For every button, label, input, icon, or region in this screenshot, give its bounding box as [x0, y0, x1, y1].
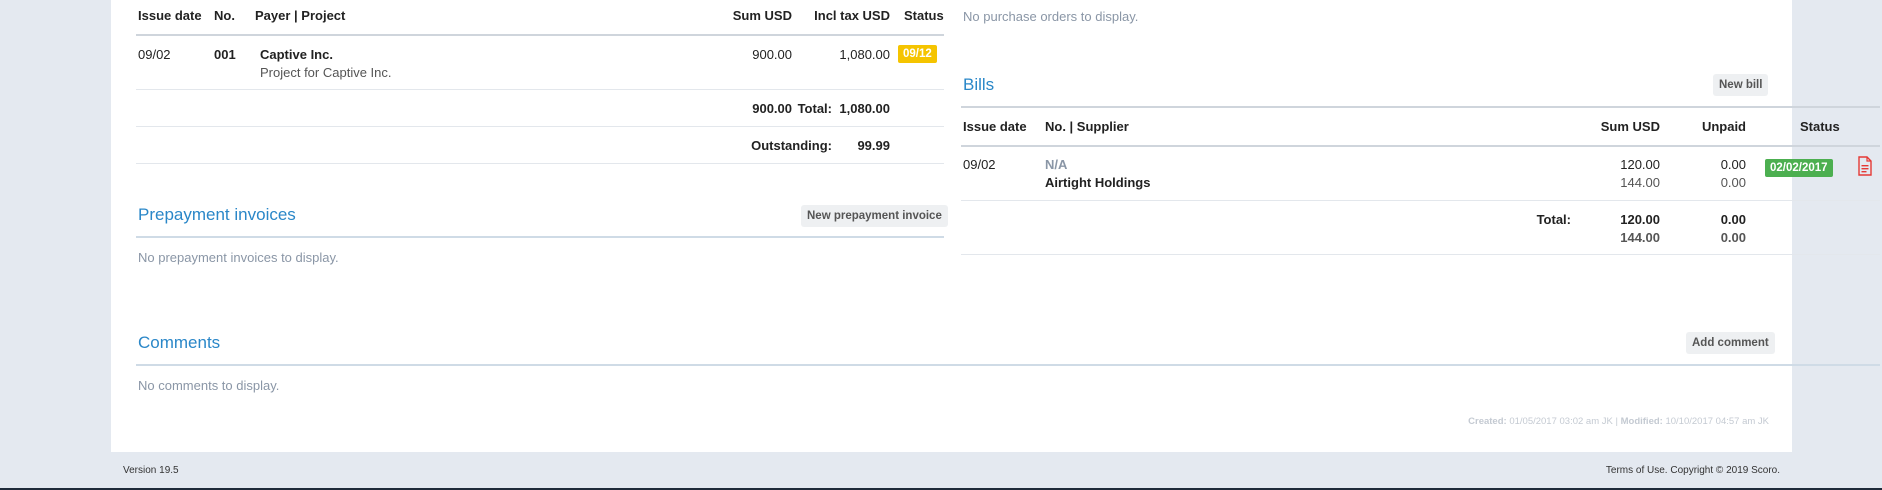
status-badge[interactable]: 09/12: [898, 45, 937, 63]
invoice-number[interactable]: 001: [214, 47, 236, 62]
version-text: Version 19.5: [123, 465, 179, 476]
new-prepayment-invoice-button[interactable]: New prepayment invoice: [801, 205, 948, 227]
comments-empty: No comments to display.: [138, 378, 280, 393]
modified-value: 10/10/2017 04:57 am JK: [1665, 416, 1769, 427]
col-status: Status: [1800, 119, 1840, 134]
status-badge[interactable]: 02/02/2017: [1765, 159, 1833, 177]
total-sum: 900.00: [752, 101, 792, 116]
add-comment-button[interactable]: Add comment: [1686, 332, 1775, 354]
prepayment-empty: No prepayment invoices to display.: [138, 250, 339, 265]
col-sum-usd: Sum USD: [732, 8, 792, 23]
col-sum-usd: Sum USD: [1600, 119, 1660, 134]
col-no: No.: [214, 8, 235, 23]
sum-value: 120.00: [1620, 157, 1660, 172]
unpaid-value: 0.00: [1720, 157, 1746, 172]
total-incl-tax: 1,080.00: [839, 101, 890, 116]
copyright-text[interactable]: Terms of Use. Copyright © 2019 Scoro.: [1606, 465, 1780, 476]
modified-label: Modified:: [1620, 416, 1663, 427]
issue-date: 09/02: [138, 47, 171, 62]
header-divider: [136, 34, 944, 36]
row-divider: [136, 163, 944, 164]
row-divider: [961, 254, 1880, 255]
project-name[interactable]: Project for Captive Inc.: [260, 65, 392, 80]
header-divider: [961, 145, 1880, 147]
prepayment-title: Prepayment invoices: [138, 205, 296, 224]
section-divider: [961, 106, 1880, 108]
col-status: Status: [904, 8, 944, 23]
col-payer-project: Payer | Project: [255, 8, 346, 23]
section-divider: [136, 236, 944, 238]
row-divider: [136, 126, 944, 127]
created-label: Created:: [1468, 416, 1507, 427]
total-sum-tax: 144.00: [1620, 230, 1660, 245]
incl-tax-value: 1,080.00: [839, 47, 890, 62]
record-meta: Created: 01/05/2017 03:02 am JK | Modifi…: [1468, 416, 1769, 427]
created-value: 01/05/2017 03:02 am JK: [1509, 416, 1613, 427]
payer-name[interactable]: Captive Inc.: [260, 47, 333, 62]
total-unpaid-tax: 0.00: [1720, 230, 1746, 245]
col-no-supplier: No. | Supplier: [1045, 119, 1129, 134]
supplier-name[interactable]: Airtight Holdings: [1045, 175, 1150, 190]
pdf-icon[interactable]: [1857, 156, 1873, 176]
content-card: Issue date No. Payer | Project Sum USD I…: [111, 0, 1880, 452]
col-issue-date: Issue date: [963, 119, 1027, 134]
issue-date: 09/02: [963, 157, 996, 172]
row-divider: [961, 200, 1880, 201]
bills-title: Bills: [963, 75, 995, 94]
row-divider: [136, 89, 944, 90]
col-issue-date: Issue date: [138, 8, 202, 23]
total-unpaid: 0.00: [1720, 212, 1746, 227]
purchase-orders-empty: No purchase orders to display.: [963, 9, 1139, 24]
total-sum: 120.00: [1620, 212, 1660, 227]
unpaid-tax-value: 0.00: [1720, 175, 1746, 190]
sum-value: 900.00: [752, 47, 792, 62]
bill-number[interactable]: N/A: [1045, 157, 1067, 172]
col-incl-tax-usd: Incl tax USD: [814, 8, 890, 23]
section-divider: [136, 364, 1880, 366]
col-unpaid: Unpaid: [1701, 119, 1746, 134]
meta-separator: |: [1615, 416, 1618, 427]
comments-title: Comments: [138, 333, 221, 352]
outstanding-value: 99.99: [857, 138, 890, 153]
new-bill-button[interactable]: New bill: [1713, 74, 1769, 96]
sum-tax-value: 144.00: [1620, 175, 1660, 190]
